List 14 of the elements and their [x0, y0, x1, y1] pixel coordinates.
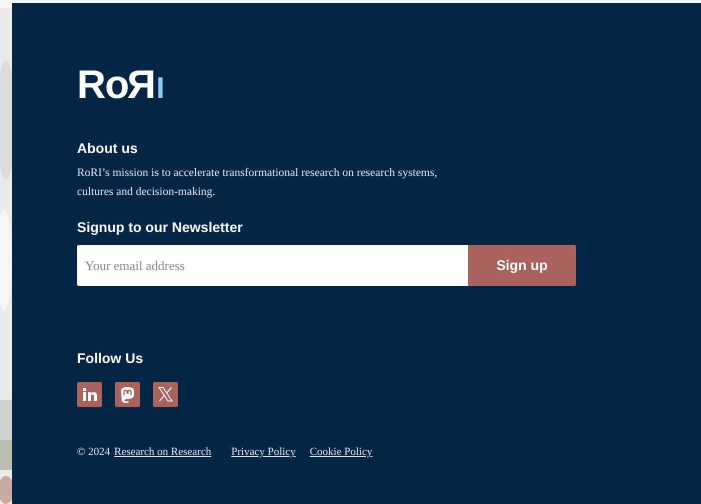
footer-link[interactable]: Cookie Policy	[310, 445, 372, 459]
section-heading: About us	[77, 139, 138, 157]
section-heading: Follow Us	[77, 349, 144, 367]
logo: RoRI	[77, 65, 164, 105]
mastodon-icon[interactable]	[115, 382, 140, 407]
linkedin-icon[interactable]	[77, 382, 102, 407]
footer-link[interactable]: Research on Research	[114, 445, 212, 459]
copyright-text: © 2024	[77, 445, 110, 459]
footer-link[interactable]: Privacy Policy	[231, 445, 296, 459]
about-text: RoRI’s mission is to accelerate transformational research on research systems, cultures and decision-making.	[77, 166, 438, 200]
email-field[interactable]: Your email address	[77, 245, 468, 286]
section-heading: Signup to our Newsletter	[77, 218, 243, 236]
x-icon[interactable]	[153, 382, 178, 407]
signup-button[interactable]: Sign up	[468, 245, 576, 286]
